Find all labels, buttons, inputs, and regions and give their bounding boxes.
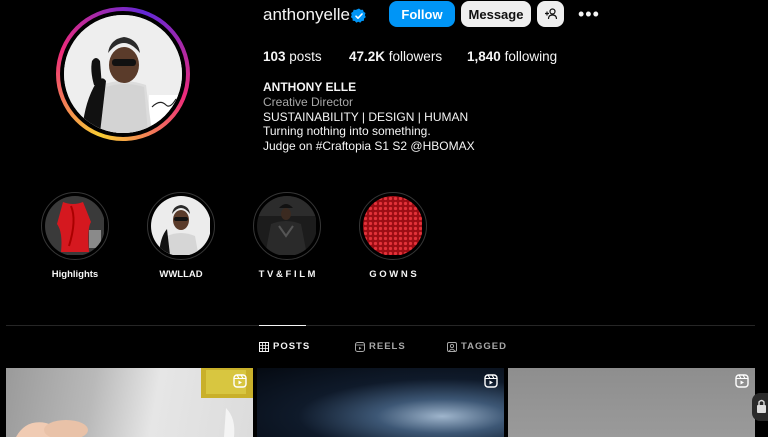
follow-button[interactable]: Follow xyxy=(389,1,455,27)
reels-icon xyxy=(355,341,365,352)
red-sequin-image xyxy=(363,196,423,256)
posts-label: posts xyxy=(289,49,322,64)
highlight-label: WWLLAD xyxy=(159,269,203,280)
highlight-item[interactable]: G O W N S xyxy=(359,192,427,280)
tab-label: POSTS xyxy=(273,341,311,352)
highlight-label: T V & F I L M xyxy=(258,269,316,280)
post-thumbnail[interactable] xyxy=(257,368,504,437)
avatar-image xyxy=(64,15,182,133)
message-button[interactable]: Message xyxy=(461,1,531,27)
bio-name: ANTHONY ELLE xyxy=(263,80,357,94)
profile-username: anthonyelle xyxy=(263,5,350,24)
tab-posts[interactable]: POSTS xyxy=(259,341,310,352)
add-user-icon xyxy=(544,8,557,20)
followers-count: 47.2K xyxy=(349,49,386,64)
highlight-label: Highlights xyxy=(51,269,99,280)
tab-tagged[interactable]: TAGGED xyxy=(447,341,507,352)
verified-badge-icon xyxy=(351,8,366,23)
highlight-label: G O W N S xyxy=(369,269,417,280)
reel-icon xyxy=(233,374,247,388)
following-count: 1,840 xyxy=(467,49,501,64)
followers-stat[interactable]: 47.2K followers xyxy=(349,49,442,64)
tab-label: TAGGED xyxy=(461,341,507,352)
more-options-icon[interactable]: ••• xyxy=(578,4,600,25)
tab-label: REELS xyxy=(369,341,406,352)
tabs-divider xyxy=(6,325,755,326)
suggest-user-button[interactable] xyxy=(537,1,564,27)
bio-line: SUSTAINABILITY | DESIGN | HUMAN xyxy=(263,110,469,124)
reel-icon xyxy=(484,374,498,388)
portrait-image xyxy=(151,196,211,256)
bio-line: Judge on #Craftopia S1 S2 @HBOMAX xyxy=(263,139,475,153)
profile-avatar[interactable] xyxy=(56,7,190,141)
highlight-item[interactable]: WWLLAD xyxy=(147,192,215,280)
posts-count: 103 xyxy=(263,49,286,64)
following-stat[interactable]: 1,840 following xyxy=(467,49,557,64)
highlight-item[interactable]: T V & F I L M xyxy=(253,192,321,280)
tab-reels[interactable]: REELS xyxy=(355,341,406,352)
followers-label: followers xyxy=(388,49,443,64)
tagged-icon xyxy=(447,341,457,352)
lock-icon xyxy=(752,393,768,421)
bio-category: Creative Director xyxy=(263,95,354,109)
posts-stat: 103 posts xyxy=(263,49,322,64)
reel-icon xyxy=(735,374,749,388)
film-still-image xyxy=(257,196,317,256)
following-label: following xyxy=(504,49,558,64)
red-dress-image xyxy=(45,196,105,256)
highlight-item[interactable]: Highlights xyxy=(41,192,109,280)
post-thumbnail[interactable] xyxy=(508,368,755,437)
active-tab-indicator xyxy=(259,325,306,326)
bio-line: Turning nothing into something. xyxy=(263,124,431,138)
post-thumbnail[interactable] xyxy=(6,368,253,437)
grid-icon xyxy=(259,341,269,352)
